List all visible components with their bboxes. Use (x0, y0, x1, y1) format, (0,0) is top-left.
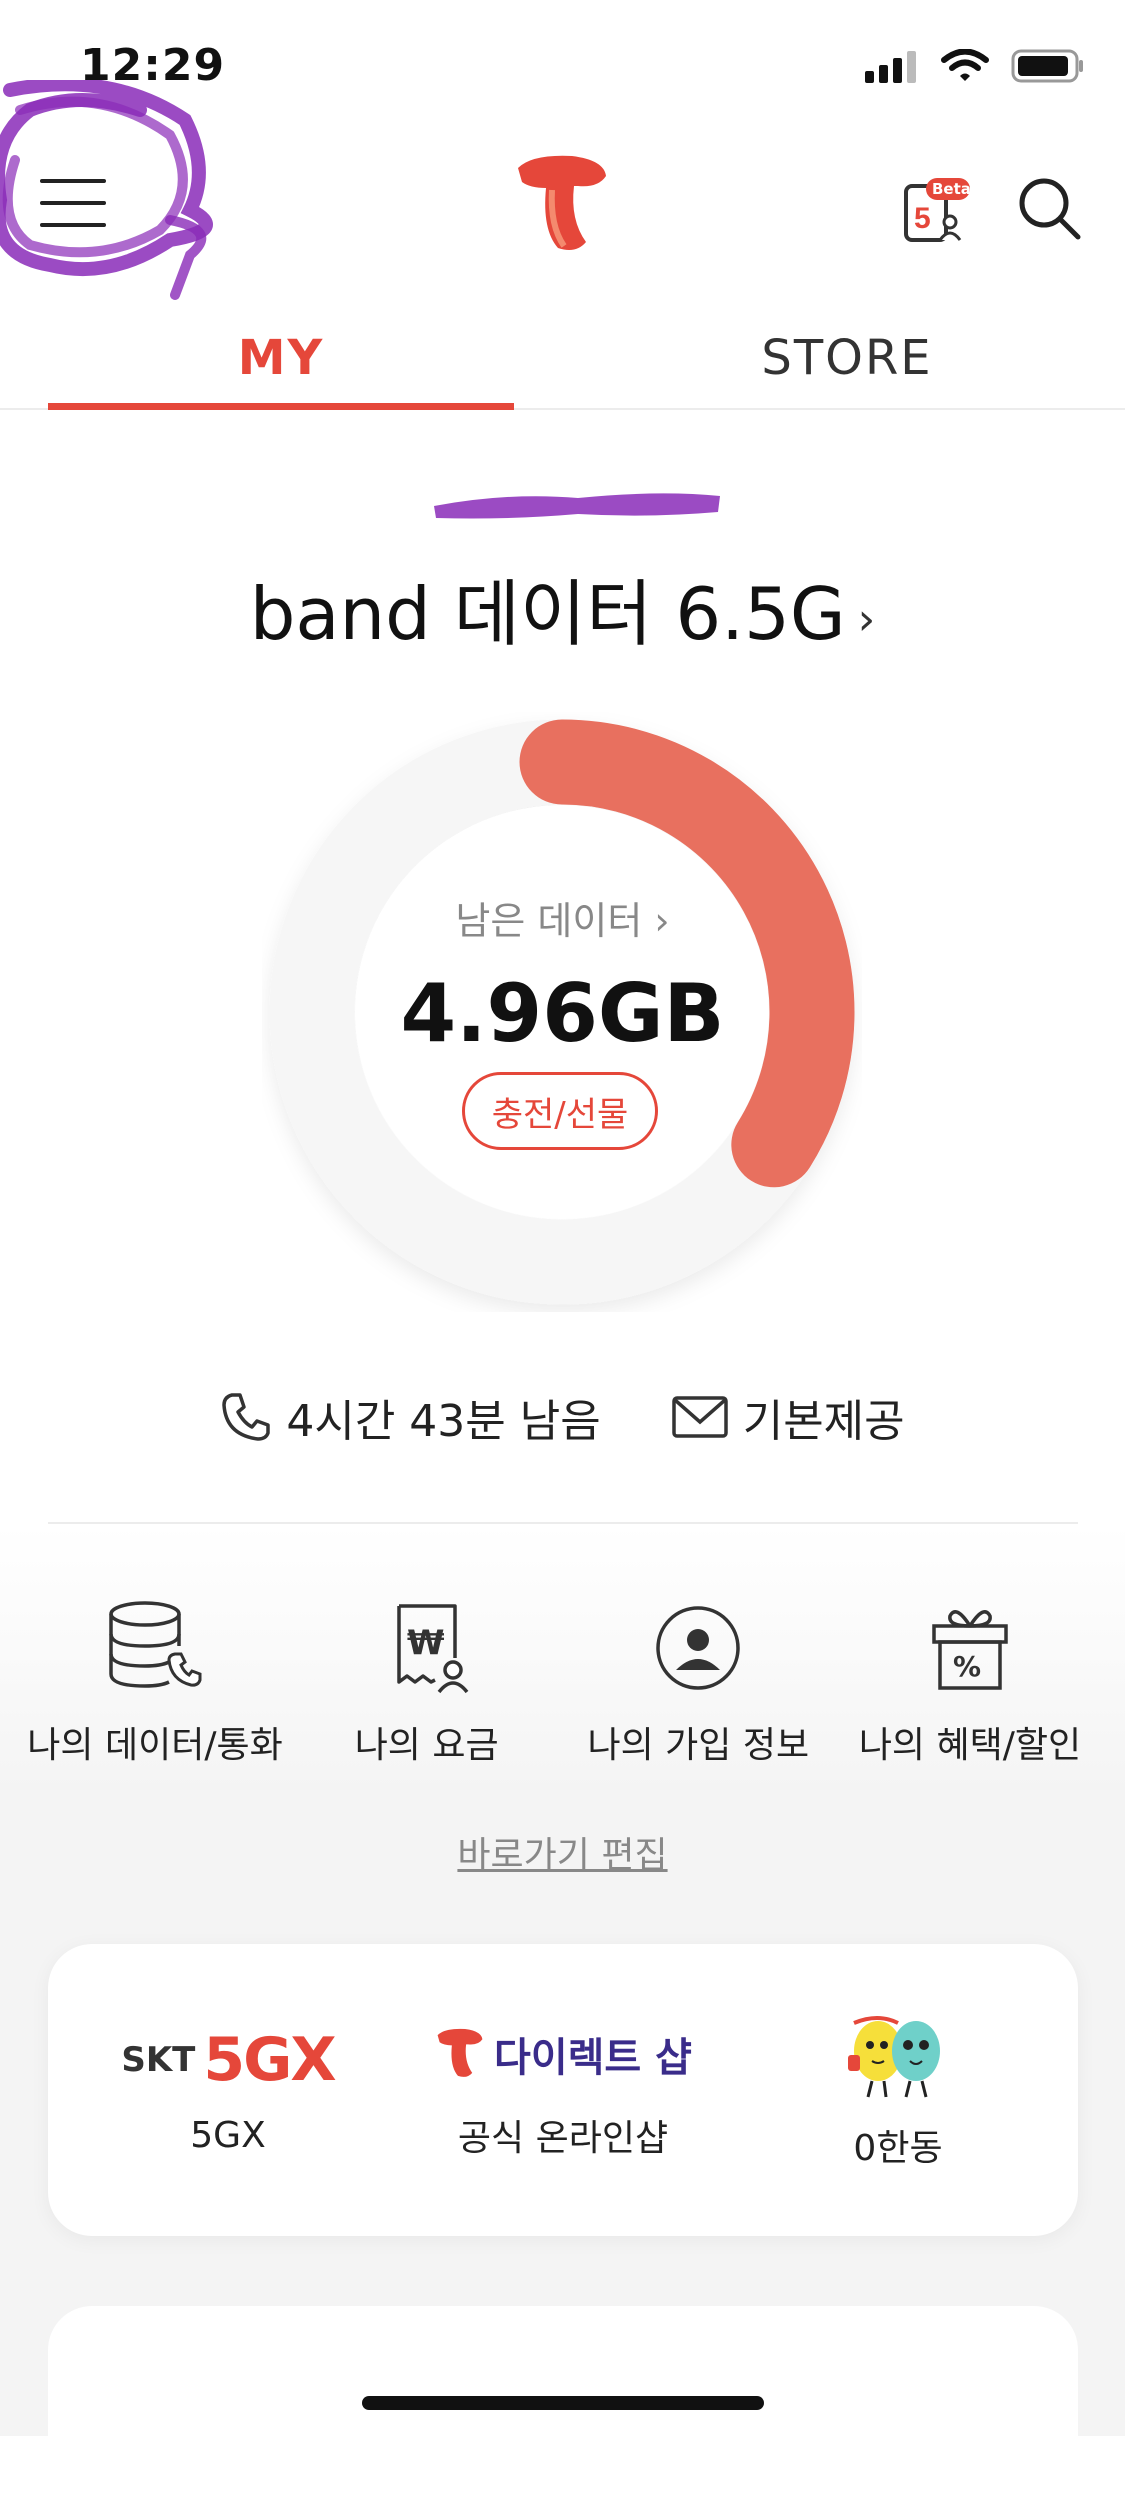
usage-row: 4시간 43분 남음 기본제공 (0, 1385, 1125, 1449)
svg-text:5: 5 (914, 202, 931, 235)
remaining-data-link[interactable]: 남은 데이터 › (0, 890, 1125, 945)
shortcut-label: 나의 가입 정보 (587, 1725, 810, 1766)
menu-icon-line (40, 201, 106, 205)
call-usage: 4시간 43분 남음 (220, 1385, 601, 1449)
menu-icon (40, 179, 106, 183)
promo-direct-shop[interactable]: 다이렉트 샵 공식 온라인샵 (403, 1944, 723, 2236)
promo-card: SKT 5GX 5GX 다이렉트 샵 공식 온라인샵 0한동 (48, 1944, 1078, 2236)
promo-5gx[interactable]: SKT 5GX 5GX (68, 1944, 388, 2236)
shortcut-row: 나의 데이터/통화 ₩ 나의 요금 나의 가입 정보 % 나의 혜택/할인 (27, 1598, 1095, 1768)
sms-remaining: 기본제공 (742, 1396, 905, 1447)
promo-label: 5GX (190, 2114, 266, 2156)
wifi-icon (941, 49, 989, 81)
t-logo[interactable] (512, 150, 612, 260)
skt-logo-text: SKT (121, 2039, 196, 2080)
database-phone-icon (109, 1601, 202, 1688)
shortcut-label: 나의 데이터/통화 (27, 1725, 283, 1766)
skt-5gx-logo: SKT 5GX (121, 2024, 336, 2095)
menu-icon-line (40, 223, 106, 227)
mail-icon (671, 1396, 728, 1438)
home-indicator[interactable] (362, 2396, 764, 2410)
charge-gift-button[interactable]: 충전/선물 (462, 1072, 658, 1150)
beta-button[interactable]: 5 Beta (900, 178, 971, 244)
promo-0handong[interactable]: 0한동 (738, 1944, 1058, 2236)
shortcut-my-data-call[interactable]: 나의 데이터/통화 (27, 1598, 283, 1768)
search-icon[interactable] (1016, 175, 1082, 241)
promo-label: 0한동 (853, 2128, 943, 2169)
promo-label: 공식 온라인샵 (457, 2118, 669, 2159)
shortcut-my-subscription[interactable]: 나의 가입 정보 (573, 1598, 823, 1768)
beta-badge: Beta (932, 180, 971, 198)
status-icons (863, 48, 1085, 84)
svg-text:%: % (953, 1650, 981, 1683)
t-logo-small-icon (437, 2028, 483, 2077)
user-circle-icon (656, 1606, 741, 1690)
5gx-logo-text: 5GX (203, 2024, 336, 2095)
tab-store[interactable]: STORE (614, 330, 1080, 408)
shortcut-my-benefits[interactable]: % 나의 혜택/할인 (845, 1598, 1095, 1768)
chevron-right-icon: › (857, 593, 876, 645)
direct-shop-logo: 다이렉트 샵 (434, 2019, 692, 2089)
donut-center: 남은 데이터 › 4.96GB (0, 890, 1125, 1060)
plan-name: band 데이터 6.5G (249, 572, 846, 656)
tab-my[interactable]: MY (48, 330, 514, 410)
tab-bar: MY STORE (0, 330, 1125, 410)
shortcut-my-bill[interactable]: ₩ 나의 요금 (302, 1598, 552, 1768)
redacted-name-scribble (434, 493, 720, 519)
battery-icon (1011, 49, 1083, 83)
svg-text:₩: ₩ (407, 1623, 445, 1663)
shortcut-label: 나의 혜택/할인 (858, 1725, 1082, 1766)
shortcut-label: 나의 요금 (354, 1725, 499, 1766)
gift-percent-icon: % (932, 1610, 1008, 1690)
call-remaining: 4시간 43분 남음 (286, 1396, 601, 1447)
signal-icon (865, 51, 916, 83)
bill-won-icon: ₩ (396, 1604, 469, 1694)
sms-usage: 기본제공 (671, 1385, 905, 1449)
phone-icon (222, 1393, 271, 1441)
status-time: 12:29 (80, 40, 226, 91)
purple-scribble-annotation (0, 80, 213, 300)
edit-shortcuts-link[interactable]: 바로가기 편집 (0, 1826, 1125, 1878)
direct-shop-logo-text: 다이렉트 샵 (494, 2035, 692, 2081)
plan-name-link[interactable]: band 데이터 6.5G › (0, 555, 1125, 660)
remaining-data-value: 4.96GB (400, 967, 725, 1060)
menu-button[interactable] (40, 175, 110, 231)
mascot-characters-icon (848, 2016, 940, 2098)
